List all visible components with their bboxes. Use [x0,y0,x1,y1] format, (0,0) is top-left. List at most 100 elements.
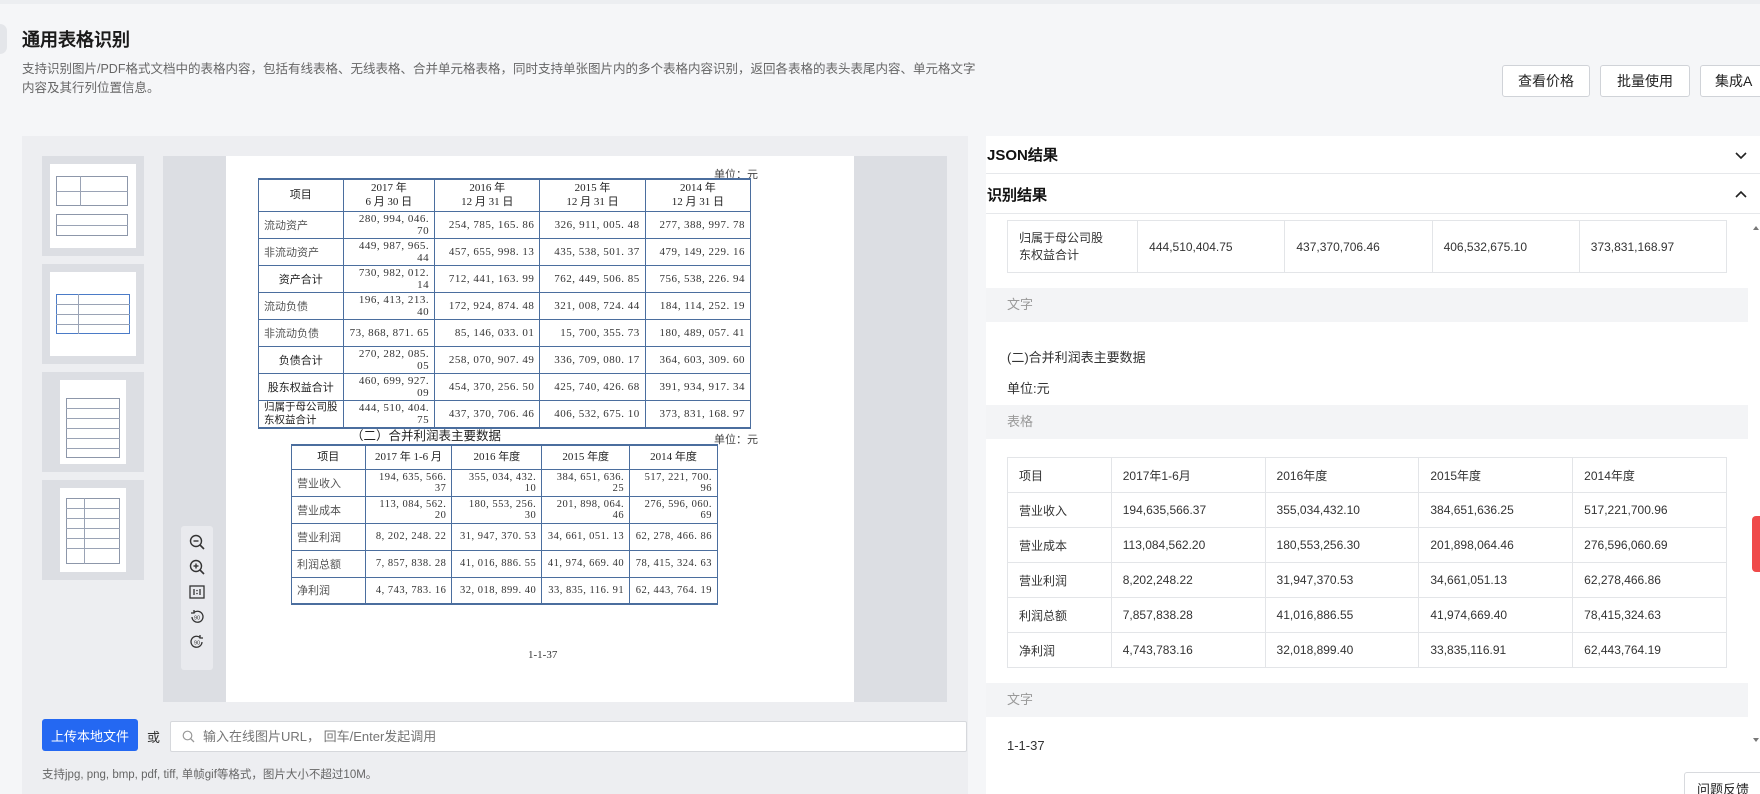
table-cell: 62,443,764.19 [1572,632,1727,668]
table-cell: 321, 008, 724. 44 [539,291,646,320]
table-cell: 517,221,700.96 [1572,492,1727,528]
table-cell: 712, 441, 163. 99 [434,264,541,293]
table-cell: 8, 202, 248. 22 [364,522,453,551]
table-cell: 373,831,168.97 [1578,220,1728,273]
header-line: 项目 [289,189,312,202]
table-row: 非流动负债 73, 868, 871. 65 85, 146, 033. 01 15,… [258,318,752,347]
unit-label-2: 单位：元 [714,434,758,446]
page-thumbnails [42,156,144,588]
table-cell: 62, 278, 466. 86 [629,522,718,551]
table-cell: 营业利润 [291,522,366,551]
table-cell: 406, 532, 675. 10 [539,399,646,428]
feedback-button[interactable]: 问题反馈 [1684,772,1760,794]
table-cell: 31, 947, 370. 53 [451,522,543,551]
table-cell: 326, 911, 005. 48 [539,210,646,239]
chevron-up-icon[interactable] [1734,188,1748,206]
table-cell: 479, 149, 229. 16 [644,237,752,266]
thumbnail-page-1[interactable] [42,156,144,256]
table-cell: 流动负债 [258,291,344,320]
table-cell: 利润总额 [1007,597,1112,633]
table-cell: 62,278,466.86 [1572,562,1727,598]
json-result-header[interactable]: JSON结果 [986,136,1760,174]
scrollbar-handle[interactable] [1752,516,1760,572]
page-title: 通用表格识别 [22,30,130,50]
header-line: 2017 年 [370,182,407,195]
table-cell: 净利润 [291,576,366,605]
table-cell: 85, 146, 033. 01 [434,318,541,347]
table-cell: 非流动负债 [258,318,344,347]
table-cell: 113,084,562.20 [1110,527,1266,563]
url-input[interactable] [170,721,967,752]
table-cell: 437, 370, 706. 46 [434,399,541,428]
svg-text:90: 90 [194,641,200,647]
page-number: 1-1-37 [528,649,558,661]
table-cell: 180, 489, 057. 41 [644,318,752,347]
side-collapse-tab[interactable] [0,24,7,54]
actual-size-icon[interactable] [187,582,207,602]
table-cell: 营业利润 [1007,562,1112,598]
batch-use-button[interactable]: 批量使用 [1600,65,1690,97]
table-cell: 425, 740, 426. 68 [539,372,646,401]
table-cell: 34,661,051.13 [1418,562,1574,598]
document-viewer[interactable]: 单位：元 项目 2017 年6 月 30 日 2016 年 12 月 31 日 2015… [163,156,947,702]
table-header-cell: 2014年度 [1572,457,1727,493]
table-cell: 78, 415, 324. 63 [629,549,718,578]
recognition-result-header[interactable]: 识别结果 [986,176,1760,214]
view-price-button[interactable]: 查看价格 [1502,65,1590,97]
table-cell: 355, 034, 432. 10 [451,468,543,497]
table-cell: 32, 018, 899. 40 [451,576,543,605]
table-row: 净利润 4, 743, 783. 16 32, 018, 899. 40 33, 83… [291,576,718,605]
document-page: 单位：元 项目 2017 年6 月 30 日 2016 年 12 月 31 日 2015… [226,156,854,702]
result-text-line: (二)合并利润表主要数据 [1007,350,1146,365]
table-row: 营业成本 113, 084, 562. 20 180, 553, 256. 30 20… [291,495,718,524]
table-cell: 756, 538, 226. 94 [644,264,752,293]
table-cell: 利润总额 [291,549,366,578]
header-line: 6 月 30 日 [365,196,413,209]
zoom-in-icon[interactable] [187,557,207,577]
section-2-title: （二）合并利润表主要数据 [351,429,502,443]
table-cell: 373, 831, 168. 97 [644,399,752,428]
zoom-out-icon[interactable] [187,532,207,552]
table-cell: 4,743,783.16 [1110,632,1266,668]
chevron-down-icon[interactable] [1734,148,1748,166]
table-section-label: 表格 [986,405,1748,439]
scrollbar[interactable] [1752,226,1760,746]
results-panel: JSON结果 识别结果 归属于母公司股 东权益合计 444,510,404.75 … [986,136,1760,794]
table-cell: 196, 413, 213. 40 [342,291,436,320]
table-row: 负债合计 270, 282, 085. 05 258, 070, 907. 49 33… [258,345,752,374]
table-header-cell: 项目 [258,178,344,212]
table-cell: 营业成本 [291,495,366,524]
upload-local-file-button[interactable]: 上传本地文件 [42,719,138,751]
table-cell: 277, 388, 997. 78 [644,210,752,239]
table-cell: 391, 934, 917. 34 [644,372,752,401]
table-cell: 62, 443, 764. 19 [629,576,718,605]
header-line: 2016 年 [469,182,506,195]
income-statement-table: 项目 2017 年 1-6 月 2016 年度 2015 年度 2014 年度 营业收入 1… [291,444,718,605]
table-header-cell: 2016 年 12 月 31 日 [434,178,541,212]
table-cell: 41, 016, 886. 55 [451,549,543,578]
table-cell: 7, 857, 838. 28 [364,549,453,578]
or-label: 或 [147,730,161,745]
table-cell: 201,898,064.46 [1418,527,1574,563]
integrate-api-button[interactable]: 集成A [1700,65,1760,97]
result-table-top-row: 归属于母公司股 东权益合计 444,510,404.75 437,370,706.… [1006,220,1728,273]
rotate-right-icon[interactable]: 90 [187,632,207,652]
table-cell: 非流动资产 [258,237,344,266]
thumbnail-page-4[interactable] [42,480,144,580]
table-cell: 280, 994, 046. 70 [342,210,436,239]
table-cell: 41, 974, 669. 40 [541,549,631,578]
table-cell: 258, 070, 907. 49 [434,345,541,374]
thumbnail-page-2[interactable] [42,264,144,364]
rotate-left-icon[interactable]: 90 [187,607,207,627]
svg-text:90: 90 [194,616,200,622]
text-section-label: 文字 [986,288,1748,322]
table-header-cell: 2017 年6 月 30 日 [342,178,436,212]
table-cell: 457, 655, 998. 13 [434,237,541,266]
thumbnail-page-3[interactable] [42,372,144,472]
table-header-cell: 项目 [291,444,366,470]
table-cell: 34, 661, 051. 13 [541,522,631,551]
table-cell: 254, 785, 165. 86 [434,210,541,239]
table-cell: 460, 699, 927. 09 [342,372,436,401]
table-row: 非流动资产 449, 987, 965. 44 457, 655, 998. 13 4… [258,237,752,266]
table-cell: 7,857,838.28 [1110,597,1266,633]
